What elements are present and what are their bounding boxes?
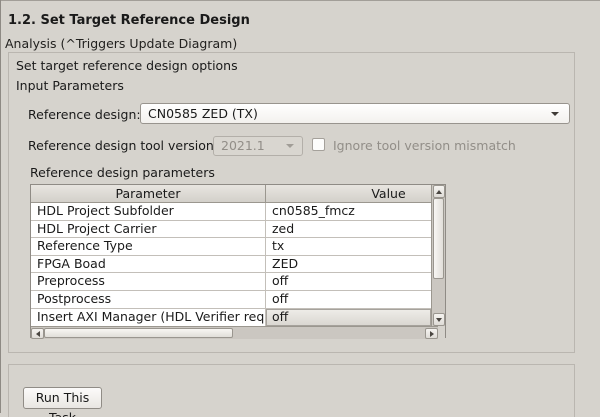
chevron-down-icon — [286, 144, 294, 148]
top-divider — [0, 0, 600, 1]
parameter-cell[interactable]: Reference Type — [31, 238, 266, 255]
column-header-parameter: Parameter — [31, 185, 266, 202]
parameter-cell[interactable]: FPGA Boad — [31, 256, 266, 273]
parameters-table: Parameter Value HDL Project Subfolder cn… — [30, 184, 446, 338]
task-title: 1.2. Set Target Reference Design — [8, 13, 250, 28]
scroll-left-icon — [36, 331, 40, 337]
reference-design-dropdown[interactable]: CN0585 ZED (TX) — [140, 103, 570, 124]
value-cell[interactable]: tx — [266, 238, 431, 255]
horizontal-scrollbar[interactable] — [31, 326, 438, 339]
scroll-left-button[interactable] — [31, 328, 44, 339]
parameter-cell[interactable]: HDL Project Carrier — [31, 221, 266, 238]
scroll-right-button[interactable] — [425, 328, 438, 339]
table-header-row: Parameter Value — [31, 185, 431, 203]
tool-version-label: Reference design tool version: — [28, 138, 218, 153]
task-panel: 1.2. Set Target Reference Design Analysi… — [0, 0, 600, 417]
table-row[interactable]: Reference Type tx — [31, 238, 431, 256]
ignore-mismatch-label: Ignore tool version mismatch — [333, 138, 516, 153]
tool-version-dropdown[interactable]: 2021.1 — [213, 136, 303, 156]
scroll-up-button[interactable] — [433, 185, 445, 198]
table-body: HDL Project Subfolder cn0585_fmcz HDL Pr… — [31, 203, 431, 326]
task-subtitle: Analysis (^Triggers Update Diagram) — [5, 36, 237, 51]
parameter-cell[interactable]: Postprocess — [31, 291, 266, 308]
value-cell[interactable]: cn0585_fmcz — [266, 203, 431, 220]
column-header-value: Value — [266, 185, 431, 202]
value-cell-editor[interactable]: off — [266, 309, 431, 327]
parameter-cell[interactable]: HDL Project Subfolder — [31, 203, 266, 220]
parameters-table-label: Reference design parameters — [30, 165, 215, 180]
value-cell[interactable]: off — [266, 291, 431, 308]
input-parameters-label: Input Parameters — [16, 78, 124, 93]
table-row[interactable]: Postprocess off — [31, 291, 431, 309]
options-heading: Set target reference design options — [16, 58, 238, 73]
value-cell[interactable]: zed — [266, 221, 431, 238]
table-row-selected[interactable]: Insert AXI Manager (HDL Verifier req... … — [31, 309, 431, 327]
table-row[interactable]: HDL Project Carrier zed — [31, 221, 431, 239]
scroll-right-icon — [430, 331, 434, 337]
parameter-cell[interactable]: Insert AXI Manager (HDL Verifier req... — [31, 309, 266, 327]
table-row[interactable]: FPGA Boad ZED — [31, 256, 431, 274]
ignore-mismatch-checkbox[interactable] — [312, 138, 325, 151]
vertical-scrollbar[interactable] — [431, 185, 445, 326]
tool-version-value: 2021.1 — [221, 138, 265, 153]
value-cell[interactable]: off — [266, 273, 431, 290]
run-this-task-button[interactable]: Run This Task — [23, 387, 102, 409]
reference-design-value: CN0585 ZED (TX) — [148, 106, 258, 121]
scrollbar-corner — [438, 326, 445, 339]
table-row[interactable]: HDL Project Subfolder cn0585_fmcz — [31, 203, 431, 221]
reference-design-label: Reference design: — [28, 107, 141, 122]
table-row[interactable]: Preprocess off — [31, 273, 431, 291]
panel-right-border — [0, 0, 1, 413]
parameter-cell[interactable]: Preprocess — [31, 273, 266, 290]
scroll-down-button[interactable] — [433, 313, 445, 326]
chevron-down-icon — [551, 112, 559, 116]
scroll-up-icon — [436, 190, 442, 194]
vertical-scroll-thumb[interactable] — [433, 198, 444, 279]
horizontal-scroll-thumb[interactable] — [44, 328, 233, 338]
scroll-down-icon — [436, 318, 442, 322]
value-cell[interactable]: ZED — [266, 256, 431, 273]
